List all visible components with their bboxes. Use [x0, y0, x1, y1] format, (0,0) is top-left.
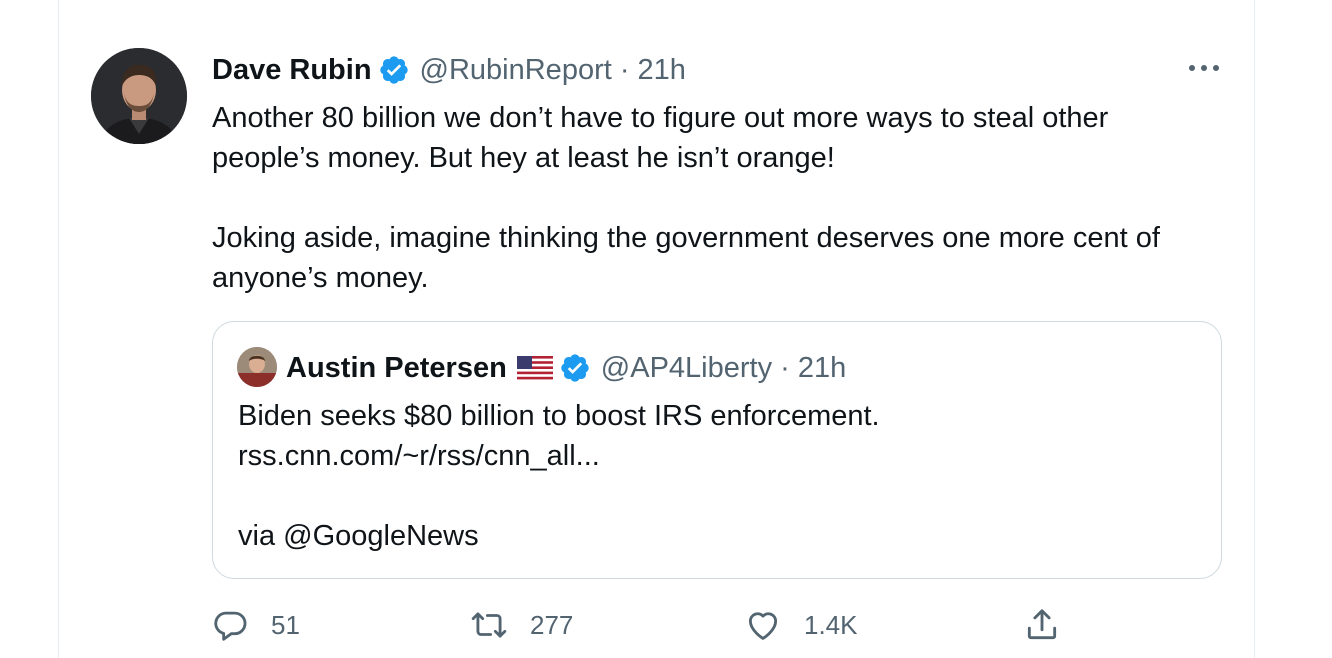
quoted-link[interactable]: rss.cnn.com/~r/rss/cnn_all... [238, 436, 1198, 476]
more-options-icon[interactable] [1186, 56, 1222, 80]
retweet-icon [471, 612, 507, 638]
author-handle-time[interactable]: @RubinReport · 21h [420, 54, 686, 87]
reply-icon [214, 611, 247, 641]
like-button[interactable]: 1.4K [744, 600, 858, 650]
quoted-author-name[interactable]: Austin Petersen [286, 352, 507, 385]
verified-badge-icon [561, 354, 589, 382]
share-icon [1027, 609, 1057, 640]
reply-button[interactable]: 51 [211, 600, 300, 650]
heart-icon [748, 612, 778, 640]
like-count: 1.4K [804, 609, 858, 640]
author-avatar[interactable] [91, 48, 187, 144]
quoted-line: Biden seeks $80 billion to boost IRS enf… [238, 400, 880, 432]
verified-badge-icon [379, 56, 408, 84]
retweet-count: 277 [530, 609, 574, 640]
author-name[interactable]: Dave Rubin [212, 54, 372, 87]
us-flag-icon [516, 356, 553, 380]
tweet-text: Another 80 billion we don’t have to figu… [212, 98, 1212, 298]
tweet-paragraph: Another 80 billion we don’t have to figu… [212, 102, 1109, 174]
quoted-tweet-header: Austin Petersen @AP4Liberty · 21h [286, 350, 846, 386]
quoted-author-handle-time[interactable]: @AP4Liberty · 21h [601, 352, 846, 385]
quoted-tweet-text: Biden seeks $80 billion to boost IRS enf… [238, 396, 1198, 556]
quoted-via: via @GoogleNews [238, 520, 479, 552]
author-avatar-image [91, 48, 187, 144]
retweet-button[interactable]: 277 [470, 600, 573, 650]
tweet-actions: 51 277 1.4K [0, 600, 1332, 650]
quoted-author-avatar[interactable] [237, 347, 277, 387]
tweet-paragraph: Joking aside, imagine thinking the gover… [212, 222, 1160, 294]
quoted-avatar-image [237, 347, 277, 387]
tweet-header: Dave Rubin @RubinReport · 21h [212, 52, 686, 88]
reply-count: 51 [271, 609, 300, 640]
share-button[interactable] [1023, 600, 1061, 650]
quoted-tweet-card[interactable]: Austin Petersen @AP4Liberty · 21h Biden … [212, 321, 1222, 579]
